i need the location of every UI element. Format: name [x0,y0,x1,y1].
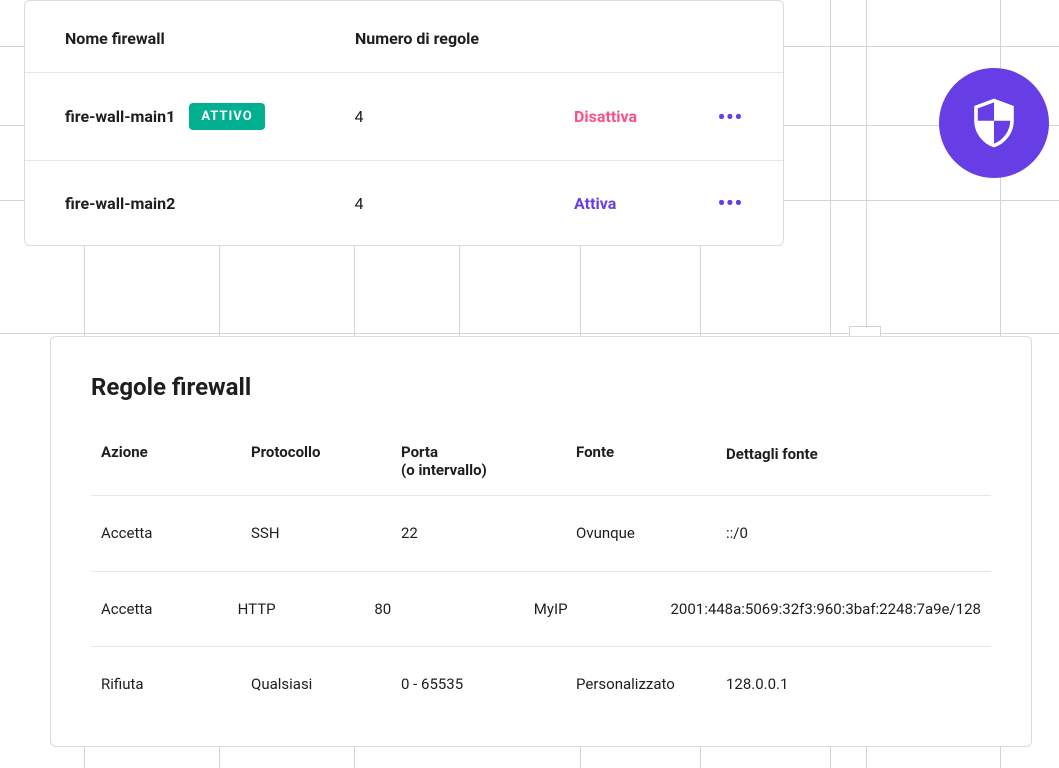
firewall-table-header: Nome firewall Numero di regole [25,1,783,72]
rule-source-details: 128.0.0.1 [726,673,981,696]
header-source-details: Dettagli fonte [726,443,981,479]
grid-line [0,333,1059,334]
rule-port: 80 [374,600,533,618]
header-port: Porta (o intervallo) [401,443,576,479]
header-source: Fonte [576,443,726,479]
rule-action: Accetta [101,524,251,542]
status-badge-active: ATTIVO [189,103,264,130]
more-menu-icon[interactable]: ••• [704,105,743,129]
security-badge-icon [939,68,1049,178]
header-rule-count: Numero di regole [355,29,575,48]
firewall-name: fire-wall-main2 [65,194,175,213]
rules-table: Azione Protocollo Porta (o intervallo) F… [91,429,991,706]
header-protocol: Protocollo [251,443,401,479]
firewall-row: fire-wall-main1 ATTIVO 4 Disattiva ••• [25,72,783,160]
rules-table-header: Azione Protocollo Porta (o intervallo) F… [91,429,991,496]
firewall-row: fire-wall-main2 4 Attiva ••• [25,160,783,245]
firewall-rules-panel: Regole firewall Azione Protocollo Porta … [50,336,1032,747]
rule-source-details: 2001:448a:5069:32f3:960:3baf:2248:7a9e/1… [670,598,981,621]
more-menu-icon[interactable]: ••• [704,191,743,215]
rule-action: Rifiuta [101,675,251,693]
rule-protocol: SSH [251,524,401,542]
rule-row: Rifiuta Qualsiasi 0 - 65535 Personalizza… [91,647,991,706]
rule-row: Accetta HTTP 80 MyIP 2001:448a:5069:32f3… [91,572,991,648]
rule-port: 0 - 65535 [401,675,576,693]
rule-source: MyIP [534,600,671,618]
header-firewall-name: Nome firewall [65,29,355,48]
firewall-rule-count: 4 [354,107,574,126]
header-action: Azione [101,443,251,479]
rules-panel-title: Regole firewall [91,373,991,401]
firewall-list-panel: Nome firewall Numero di regole fire-wall… [24,0,784,246]
enable-firewall-link[interactable]: Attiva [574,194,704,213]
rule-source: Personalizzato [576,675,726,693]
rule-source-details: ::/0 [726,522,981,545]
rule-source: Ovunque [576,524,726,542]
rule-row: Accetta SSH 22 Ovunque ::/0 [91,496,991,572]
rule-protocol: Qualsiasi [251,675,401,693]
rule-port: 22 [401,524,576,542]
rule-action: Accetta [101,600,238,618]
disable-firewall-link[interactable]: Disattiva [574,107,704,126]
firewall-rule-count: 4 [354,194,574,213]
firewall-name: fire-wall-main1 [65,107,175,126]
rule-protocol: HTTP [238,600,375,618]
